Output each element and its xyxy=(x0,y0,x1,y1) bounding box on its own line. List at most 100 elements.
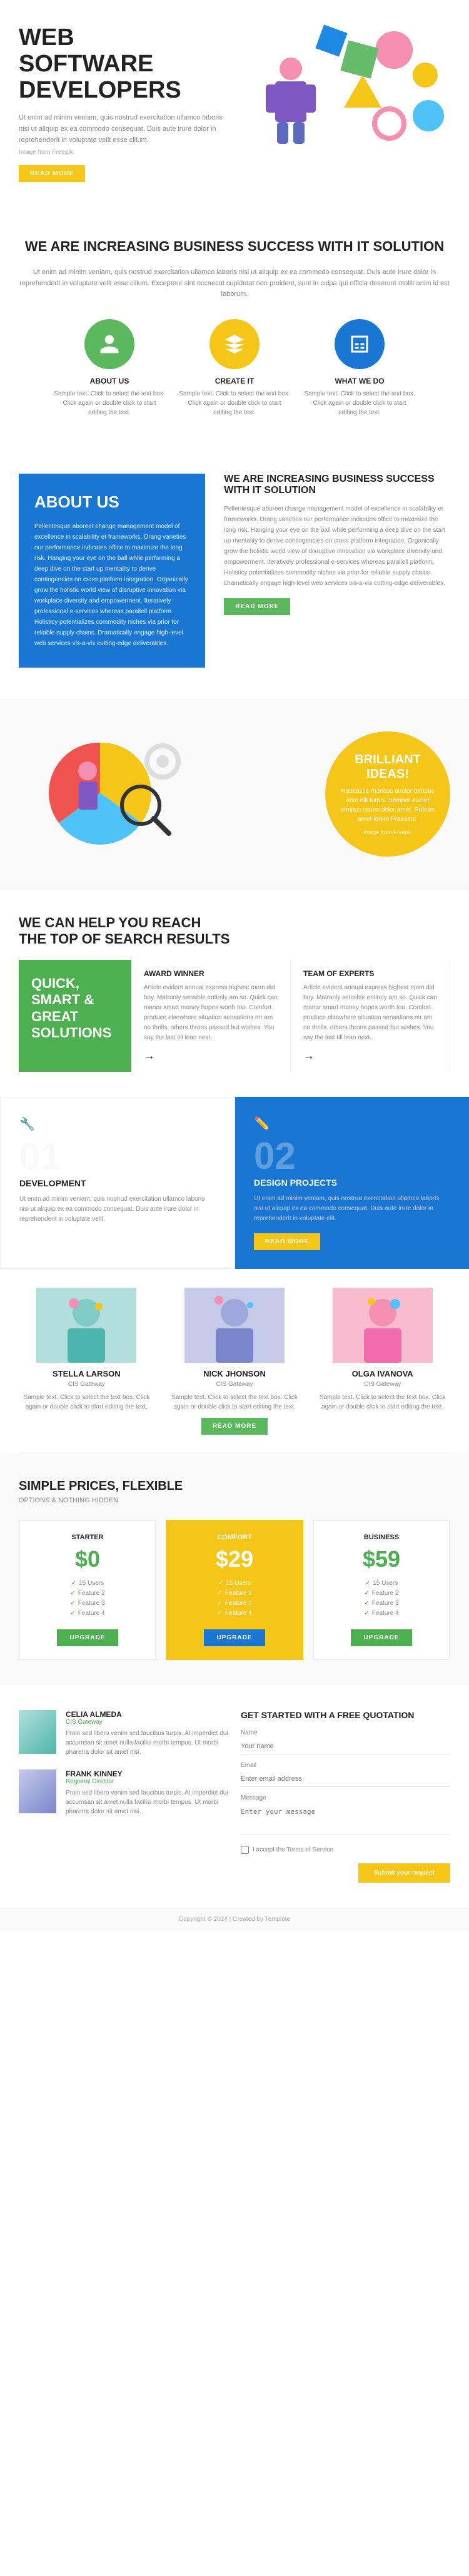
brilliant-right: BRILLIANTIDEAS! Habitasse rhoncus auctor… xyxy=(241,731,450,857)
business-upgrade-button[interactable]: UPGRADE xyxy=(351,1629,411,1646)
team-read-more-button[interactable]: READ MORE xyxy=(201,1418,268,1435)
business-cards-row: ABOUT US Sample text. Click to select th… xyxy=(19,319,450,417)
about-right-text: Pellentesque aboreet change management m… xyxy=(224,504,450,589)
circle-blue-shape xyxy=(413,100,444,131)
pricing-card-starter: STARTER $0 ✓15 Users ✓Feature 2 ✓Feature… xyxy=(19,1520,156,1660)
dev-icon: 🔧 xyxy=(19,1116,216,1132)
team-card-nick: NICK JHONSON CIS Gateway Sample text. Cl… xyxy=(167,1288,303,1435)
comfort-feature-4: ✓Feature 4 xyxy=(173,1610,296,1617)
nick-illustration xyxy=(184,1288,285,1363)
award-arrow-icon[interactable]: → xyxy=(144,1049,278,1062)
pricing-card-business: BUSINESS $59 ✓15 Users ✓Feature 2 ✓Featu… xyxy=(313,1520,450,1660)
quotation-form-panel: GET STARTED WITH A FREE QUOTATION Name E… xyxy=(241,1710,450,1883)
hero-text: Ut enim ad minim veniam, quis nostrud ex… xyxy=(19,113,228,146)
business-section: WE ARE INCREASING BUSINESS SUCCESS WITH … xyxy=(0,207,469,442)
brilliant-left xyxy=(19,724,228,865)
hero-read-more-button[interactable]: READ MORE xyxy=(19,165,85,182)
testimonials-panel: CELIA ALMEDA CIS Gateway Proin sed liber… xyxy=(19,1710,228,1883)
design-panel: ✏️ 02 DESIGN PROJECTS Ut enim ad minim v… xyxy=(235,1097,469,1269)
square-green-shape xyxy=(340,40,378,78)
message-label: Message xyxy=(241,1795,450,1801)
comfort-feature-3: ✓Feature 3 xyxy=(173,1600,296,1607)
email-input[interactable] xyxy=(241,1771,450,1787)
testimonial-celia: CELIA ALMEDA CIS Gateway Proin sed liber… xyxy=(19,1710,228,1757)
award-title: AWARD WINNER xyxy=(144,969,278,978)
card-what-we-do: WHAT WE DO Sample text. Click to select … xyxy=(303,319,416,417)
team-text: Article evident annual express highest m… xyxy=(303,983,437,1043)
stella-illustration xyxy=(36,1288,136,1363)
nick-text: Sample text. Click to select the text bo… xyxy=(167,1393,303,1412)
brilliant-title: BRILLIANTIDEAS! xyxy=(355,753,421,781)
nick-name: NICK JHONSON xyxy=(167,1369,303,1378)
frank-info: FRANK KINNEY Regional Director Proin sed… xyxy=(66,1769,228,1816)
about-left-panel: ABOUT US Pellentesque aboreet change man… xyxy=(19,474,205,668)
celia-text: Proin sed libero venim sed faucibus turp… xyxy=(66,1729,228,1757)
comfort-feature-1: ✓15 Users xyxy=(173,1580,296,1587)
business-price: $59 xyxy=(320,1546,443,1572)
terms-text: I accept the Terms of Service xyxy=(253,1846,333,1853)
circle-yellow-shape xyxy=(413,63,438,88)
team-column: TEAM OF EXPERTS Article evident annual e… xyxy=(291,960,450,1072)
starter-price: $0 xyxy=(26,1546,149,1572)
comfort-feature-2: ✓Feature 2 xyxy=(173,1590,296,1597)
hero-section: WEBSOFTWAREDEVELOPERS Ut enim ad minim v… xyxy=(0,0,469,207)
starter-feature-1: ✓15 Users xyxy=(26,1580,149,1587)
frank-role: Regional Director xyxy=(66,1778,228,1785)
about-right-title: WE ARE INCREASING BUSINESS SUCCESS WITH … xyxy=(224,474,450,496)
triangle-yellow-shape xyxy=(344,75,381,108)
about-section: ABOUT US Pellentesque aboreet change man… xyxy=(0,442,469,699)
terms-checkbox[interactable] xyxy=(241,1846,249,1854)
comfort-plan-name: COMFORT xyxy=(173,1534,296,1541)
submit-button[interactable]: Submit your request xyxy=(358,1863,450,1883)
olga-name: OLGA IVANOVA xyxy=(315,1369,450,1378)
hero-illustration xyxy=(253,50,328,150)
dev-design-section: 🔧 01 DEVELOPMENT Ut enim ad minim veniam… xyxy=(0,1097,469,1269)
design-text: Ut enim ad minim veniam, quis nostrud ex… xyxy=(254,1194,450,1224)
team-section: STELLA LARSON CIS Gateway Sample text. C… xyxy=(0,1269,469,1453)
business-feature-1: ✓15 Users xyxy=(320,1580,443,1587)
team-title: TEAM OF EXPERTS xyxy=(303,969,437,978)
name-input[interactable] xyxy=(241,1739,450,1754)
search-right-panel: AWARD WINNER Article evident annual expr… xyxy=(131,960,450,1072)
stella-image xyxy=(36,1288,136,1363)
search-left-title: QUICK,SMART &GREATSOLUTIONS xyxy=(31,975,119,1042)
team-card-olga: OLGA IVANOVA CIS Gateway Sample text. Cl… xyxy=(315,1288,450,1435)
footer-text: Copyright © 2024 | Created by Template xyxy=(179,1916,290,1923)
comfort-upgrade-button[interactable]: UPGRADE xyxy=(204,1629,265,1646)
development-panel: 🔧 01 DEVELOPMENT Ut enim ad minim veniam… xyxy=(0,1097,235,1269)
about-right-panel: WE ARE INCREASING BUSINESS SUCCESS WITH … xyxy=(224,474,450,668)
message-textarea[interactable] xyxy=(241,1804,450,1835)
about-left-text: Pellentesque aboreet change management m… xyxy=(34,521,189,649)
what-we-do-card-title: WHAT WE DO xyxy=(335,377,384,385)
quotation-title: GET STARTED WITH A FREE QUOTATION xyxy=(241,1710,450,1720)
hero-title: WEBSOFTWAREDEVELOPERS xyxy=(19,25,228,103)
footer: Copyright © 2024 | Created by Template xyxy=(0,1908,469,1930)
team-row: STELLA LARSON CIS Gateway Sample text. C… xyxy=(19,1288,450,1435)
search-row: QUICK,SMART &GREATSOLUTIONS AWARD WINNER… xyxy=(19,960,450,1072)
design-read-more-button[interactable]: READ MORE xyxy=(254,1233,320,1250)
frank-name: FRANK KINNEY xyxy=(66,1769,228,1778)
circle-pink-shape xyxy=(375,31,413,69)
create-it-card-title: CREATE IT xyxy=(215,377,254,385)
business-subtitle: Ut enim ad minim veniam, quis nostrud ex… xyxy=(19,267,450,300)
about-left-title: ABOUT US xyxy=(34,492,189,512)
starter-feature-2: ✓Feature 2 xyxy=(26,1590,149,1597)
olga-role: CIS Gateway xyxy=(315,1381,450,1388)
award-text: Article evident annual express highest m… xyxy=(144,983,278,1043)
business-feature-2: ✓Feature 2 xyxy=(320,1590,443,1597)
about-us-card-title: ABOUT US xyxy=(90,377,129,385)
starter-upgrade-button[interactable]: UPGRADE xyxy=(57,1629,118,1646)
business-feature-4: ✓Feature 4 xyxy=(320,1610,443,1617)
celia-role: CIS Gateway xyxy=(66,1719,228,1726)
business-feature-3: ✓Feature 3 xyxy=(320,1600,443,1607)
pricing-title: SIMPLE PRICES, FLEXIBLE xyxy=(19,1479,450,1494)
about-us-card-text: Sample text. Click to select the text bo… xyxy=(53,389,166,417)
brilliant-from: Image from Freepik xyxy=(363,829,412,835)
about-read-more-button[interactable]: READ MORE xyxy=(224,598,290,615)
card-create-it: CREATE IT Sample text. Click to select t… xyxy=(178,319,291,417)
dev-text: Ut enim ad minim veniam, quis nostrud ex… xyxy=(19,1194,216,1224)
stella-name: STELLA LARSON xyxy=(19,1369,154,1378)
team-arrow-icon[interactable]: → xyxy=(303,1049,437,1062)
brilliant-illustration xyxy=(19,724,206,862)
frank-text: Proin sed libero venim sed faucibus turp… xyxy=(66,1788,228,1816)
